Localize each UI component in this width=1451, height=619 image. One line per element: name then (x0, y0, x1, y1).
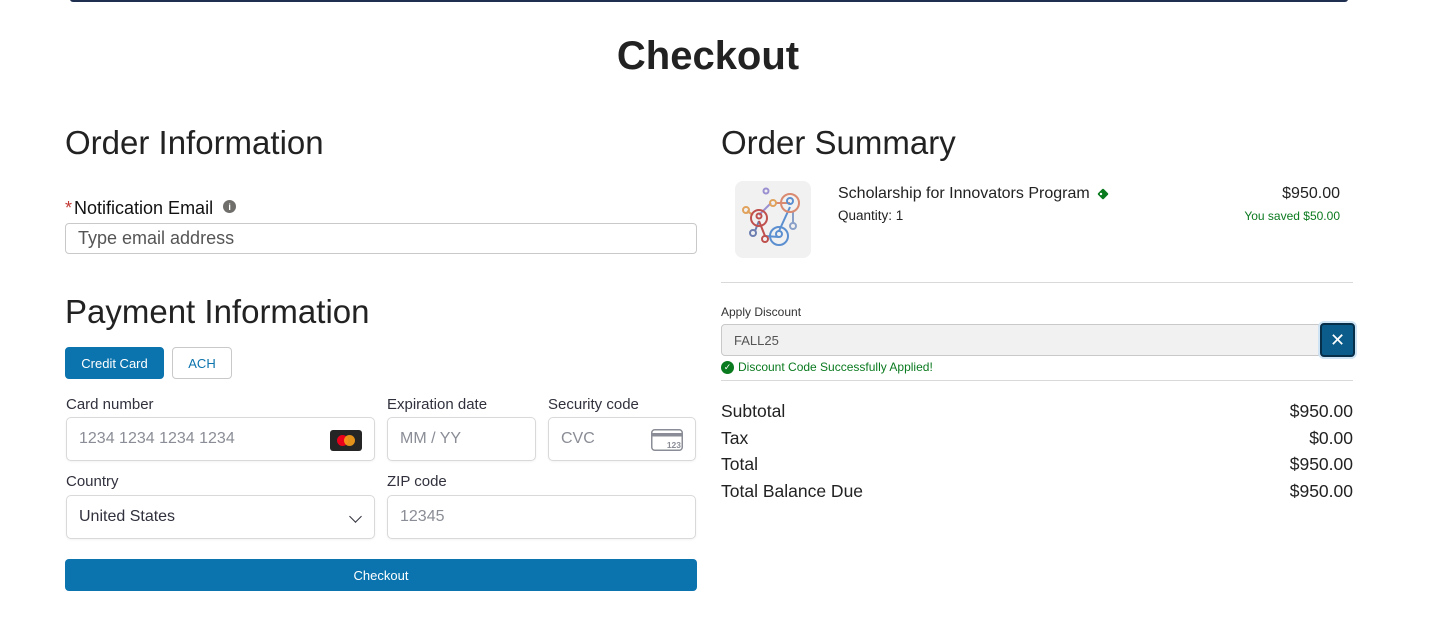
expiration-date-label: Expiration date (387, 396, 488, 413)
balance-due-value: $950.00 (1289, 481, 1353, 501)
payment-information-heading: Payment Information (65, 293, 370, 330)
mastercard-icon (330, 430, 362, 451)
expiration-date-input[interactable]: MM / YY (387, 417, 536, 461)
network-people-icon (742, 187, 800, 246)
total-label: Total (721, 454, 758, 474)
discount-code-value: FALL25 (734, 332, 779, 348)
zip-placeholder: 12345 (400, 508, 445, 525)
required-marker: * (65, 198, 73, 218)
notification-email-label-text: Notification Email (74, 198, 214, 218)
tax-value: $0.00 (1309, 428, 1353, 448)
close-icon: ✕ (1329, 329, 1346, 350)
discount-code-input[interactable]: FALL25 (721, 324, 1319, 356)
product-price: $950.00 (1282, 185, 1340, 202)
balance-due-label: Total Balance Due (721, 481, 864, 501)
tax-row: Tax $0.00 (721, 428, 1353, 449)
email-placeholder: Type email address (78, 228, 235, 248)
chevron-down-icon (349, 510, 362, 523)
tab-ach[interactable]: ACH (172, 347, 232, 379)
order-summary-heading: Order Summary (721, 124, 956, 161)
subtotal-label: Subtotal (721, 401, 786, 421)
checkout-button[interactable]: Checkout (65, 559, 697, 591)
discount-tag-icon (1097, 188, 1108, 200)
subtotal-value: $950.00 (1289, 401, 1353, 421)
product-name: Scholarship for Innovators Program (838, 185, 1110, 203)
cvc-placeholder: CVC (561, 430, 595, 447)
notification-email-input[interactable]: Type email address (65, 223, 697, 254)
notification-email-label: * Notification Email i (65, 198, 237, 219)
payment-method-tabs: Credit Card ACH (65, 347, 232, 379)
product-thumbnail (735, 181, 811, 258)
card-number-placeholder: 1234 1234 1234 1234 (79, 430, 235, 447)
top-nav-bar-edge (70, 0, 1348, 2)
product-name-text: Scholarship for Innovators Program (838, 185, 1090, 202)
page-title: Checkout (616, 34, 800, 78)
total-value: $950.00 (1289, 454, 1353, 474)
subtotal-row: Subtotal $950.00 (721, 401, 1353, 422)
zip-code-input[interactable]: 12345 (387, 495, 696, 539)
order-information-heading: Order Information (65, 124, 324, 161)
discount-divider (721, 380, 1353, 381)
country-label: Country (66, 473, 119, 490)
country-select[interactable]: United States (66, 495, 375, 539)
expiration-placeholder: MM / YY (400, 430, 462, 447)
card-number-label: Card number (66, 396, 154, 413)
info-icon[interactable]: i (223, 200, 237, 213)
discount-success-message: ✓ Discount Code Successfully Applied! (721, 360, 933, 374)
total-row: Total $950.00 (721, 454, 1353, 475)
svg-text:123: 123 (667, 440, 681, 450)
country-value: United States (79, 508, 176, 525)
tab-credit-card[interactable]: Credit Card (65, 347, 164, 379)
security-code-label: Security code (548, 396, 639, 413)
product-savings: You saved $50.00 (1244, 209, 1340, 223)
apply-discount-label: Apply Discount (721, 305, 802, 319)
card-number-input[interactable]: 1234 1234 1234 1234 (66, 417, 375, 461)
product-quantity: Quantity: 1 (838, 208, 904, 223)
security-code-input[interactable]: CVC 123 (548, 417, 696, 461)
discount-success-text: Discount Code Successfully Applied! (738, 360, 933, 374)
clear-discount-button[interactable]: ✕ (1320, 323, 1355, 357)
check-circle-icon: ✓ (721, 360, 734, 374)
summary-divider (721, 282, 1353, 283)
balance-due-row: Total Balance Due $950.00 (721, 481, 1353, 502)
cvc-card-icon: 123 (651, 429, 683, 451)
zip-code-label: ZIP code (387, 473, 447, 490)
tax-label: Tax (721, 428, 749, 448)
